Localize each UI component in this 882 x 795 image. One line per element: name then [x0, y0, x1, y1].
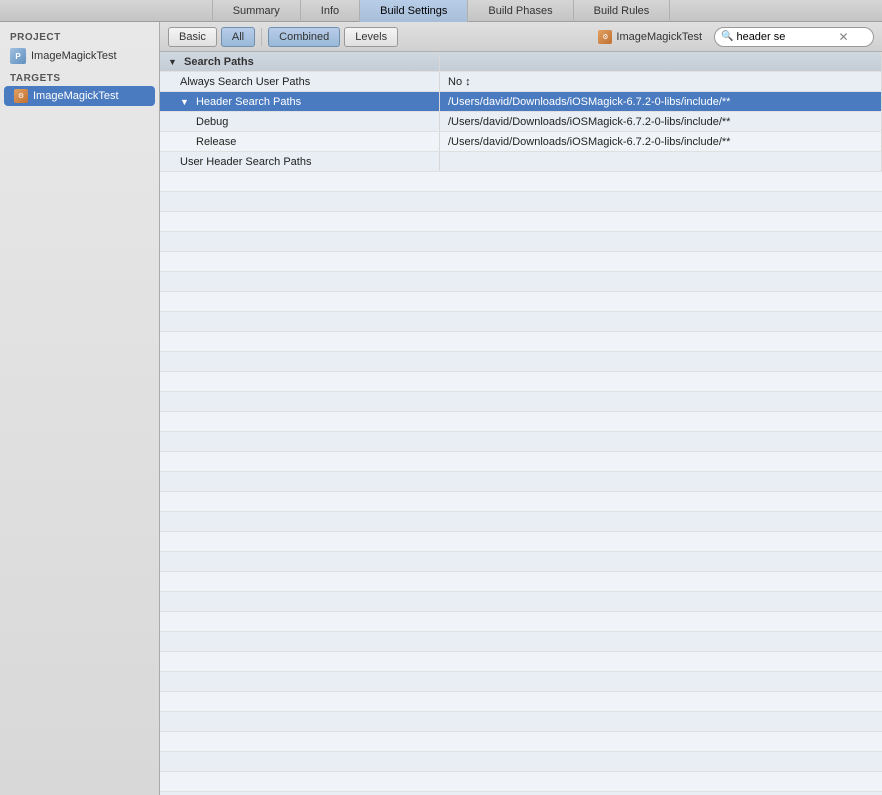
table-row[interactable]: ▼ Header Search Paths /Users/david/Downl… [160, 92, 882, 112]
right-panel: Basic All Combined Levels ⚙ ImageMagickT… [160, 22, 882, 795]
empty-row [160, 652, 882, 672]
top-tab-bar: Summary Info Build Settings Build Phases… [0, 0, 882, 22]
target-item-label: ImageMagickTest [33, 90, 119, 102]
disclosure-triangle: ▼ [168, 52, 177, 71]
setting-name: Always Search User Paths [160, 72, 440, 91]
all-button[interactable]: All [221, 27, 255, 47]
combined-button[interactable]: Combined [268, 27, 340, 47]
empty-row [160, 692, 882, 712]
section-search-paths[interactable]: ▼ Search Paths [160, 52, 882, 72]
table-row[interactable]: Always Search User Paths No ↕ [160, 72, 882, 92]
search-icon: 🔍 [721, 31, 733, 42]
empty-row [160, 172, 882, 192]
empty-row [160, 672, 882, 692]
toolbar-separator [261, 28, 262, 46]
empty-row [160, 192, 882, 212]
table-row[interactable]: Release /Users/david/Downloads/iOSMagick… [160, 132, 882, 152]
empty-row [160, 212, 882, 232]
empty-row [160, 352, 882, 372]
empty-row [160, 712, 882, 732]
empty-row [160, 432, 882, 452]
table-row[interactable]: User Header Search Paths [160, 152, 882, 172]
empty-row [160, 372, 882, 392]
empty-row [160, 292, 882, 312]
empty-row [160, 592, 882, 612]
setting-name: Debug [160, 112, 440, 131]
empty-row [160, 552, 882, 572]
setting-name: Release [160, 132, 440, 151]
setting-value: /Users/david/Downloads/iOSMagick-6.7.2-0… [440, 112, 882, 131]
target-display-name: ImageMagickTest [616, 31, 702, 43]
toolbar: Basic All Combined Levels ⚙ ImageMagickT… [160, 22, 882, 52]
project-item-label: ImageMagickTest [31, 50, 117, 62]
empty-row [160, 532, 882, 552]
tab-build-phases[interactable]: Build Phases [467, 0, 572, 22]
basic-button[interactable]: Basic [168, 27, 217, 47]
empty-row [160, 752, 882, 772]
sidebar-item-project[interactable]: P ImageMagickTest [0, 45, 159, 67]
settings-table: ▼ Search Paths Always Search User Paths … [160, 52, 882, 795]
tab-build-rules[interactable]: Build Rules [573, 0, 671, 22]
disclosure-triangle: ▼ [180, 92, 189, 111]
empty-row [160, 332, 882, 352]
project-icon: P [10, 48, 26, 64]
target-display-icon: ⚙ [598, 30, 612, 44]
target-icon: ⚙ [14, 89, 28, 103]
search-input[interactable] [736, 31, 836, 43]
setting-name: ▼ Header Search Paths [160, 92, 440, 111]
table-row[interactable]: Debug /Users/david/Downloads/iOSMagick-6… [160, 112, 882, 132]
target-display: ⚙ ImageMagickTest [598, 30, 702, 44]
empty-row [160, 412, 882, 432]
empty-row [160, 772, 882, 792]
empty-row [160, 272, 882, 292]
sidebar-item-target[interactable]: ⚙ ImageMagickTest [4, 86, 155, 106]
section-value [440, 52, 882, 71]
targets-section-header: TARGETS [0, 67, 159, 86]
sidebar: PROJECT P ImageMagickTest TARGETS ⚙ Imag… [0, 22, 160, 795]
empty-row [160, 452, 882, 472]
empty-row [160, 632, 882, 652]
setting-value [440, 152, 882, 171]
setting-value: /Users/david/Downloads/iOSMagick-6.7.2-0… [440, 92, 882, 111]
empty-row [160, 312, 882, 332]
empty-row [160, 252, 882, 272]
setting-value: /Users/david/Downloads/iOSMagick-6.7.2-0… [440, 132, 882, 151]
project-section-header: PROJECT [0, 26, 159, 45]
search-clear-button[interactable]: ✕ [838, 30, 848, 44]
empty-row [160, 492, 882, 512]
tab-info[interactable]: Info [300, 0, 359, 22]
empty-row [160, 612, 882, 632]
tab-build-settings[interactable]: Build Settings [359, 0, 467, 22]
tab-summary[interactable]: Summary [212, 0, 300, 22]
empty-row [160, 732, 882, 752]
setting-value: No ↕ [440, 72, 882, 91]
empty-row [160, 232, 882, 252]
empty-row [160, 472, 882, 492]
empty-row [160, 512, 882, 532]
empty-row [160, 392, 882, 412]
levels-button[interactable]: Levels [344, 27, 398, 47]
main-area: PROJECT P ImageMagickTest TARGETS ⚙ Imag… [0, 22, 882, 795]
empty-row [160, 572, 882, 592]
empty-rows [160, 172, 882, 795]
search-box[interactable]: 🔍 ✕ [714, 27, 874, 47]
setting-name: User Header Search Paths [160, 152, 440, 171]
section-label: ▼ Search Paths [160, 52, 440, 71]
